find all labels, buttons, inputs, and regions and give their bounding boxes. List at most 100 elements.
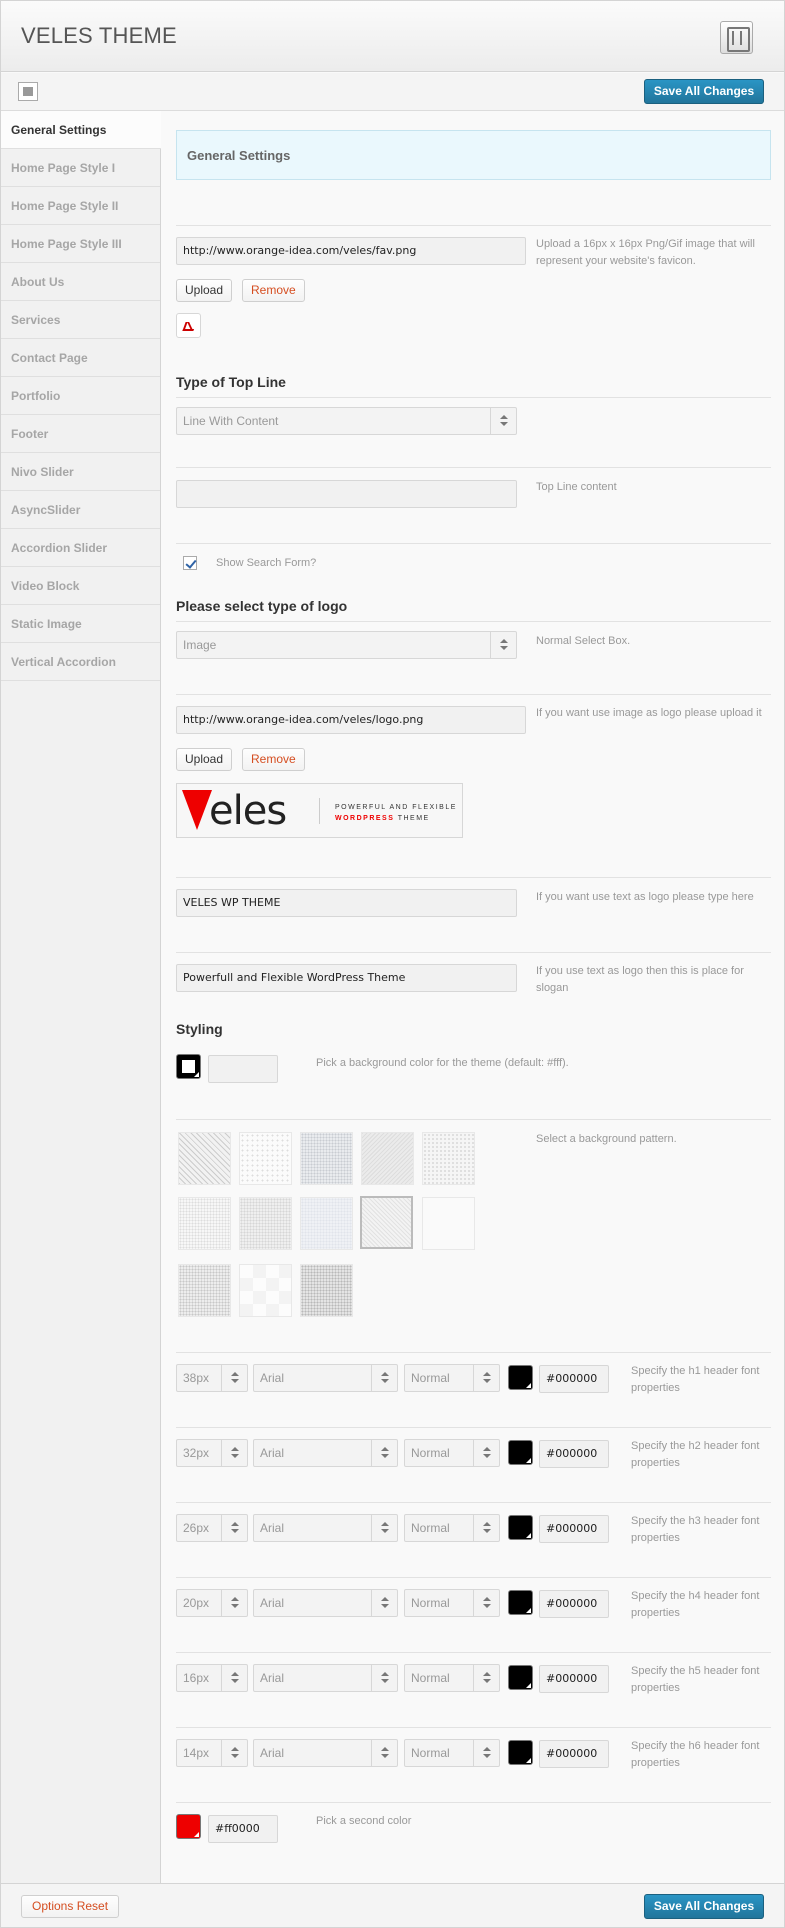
h5-family-select[interactable]: Arial <box>253 1664 398 1692</box>
h3-size-select[interactable]: 26px <box>176 1514 248 1542</box>
h6-color-input[interactable]: #000000 <box>539 1740 609 1768</box>
favicon-upload-button[interactable]: Upload <box>176 279 233 302</box>
select-arrows-icon <box>371 1515 397 1541</box>
h4-weight-value: Normal <box>411 1596 450 1610</box>
h1-color-input[interactable]: #000000 <box>539 1365 609 1393</box>
save-all-button-bottom[interactable]: Save All Changes <box>644 1894 764 1919</box>
pattern-option[interactable] <box>361 1132 414 1185</box>
logo-tagline-1: POWERFUL AND FLEXIBLE <box>335 804 457 811</box>
h1-color-swatch[interactable] <box>508 1365 533 1390</box>
bg-color-input[interactable] <box>208 1055 278 1083</box>
pattern-option[interactable] <box>300 1132 353 1185</box>
sidebar-item-portfolio[interactable]: Portfolio <box>1 377 160 415</box>
pattern-option[interactable] <box>239 1197 292 1250</box>
pattern-option[interactable] <box>422 1197 475 1250</box>
logo-text-input[interactable]: VELES WP THEME <box>176 889 517 917</box>
h1-size-select[interactable]: 38px <box>176 1364 248 1392</box>
h4-color-input[interactable]: #000000 <box>539 1590 609 1618</box>
expand-toggle-icon[interactable] <box>18 82 38 101</box>
h5-weight-select[interactable]: Normal <box>404 1664 500 1692</box>
h2-family-select[interactable]: Arial <box>253 1439 398 1467</box>
h4-font-desc: Specify the h4 header font properties <box>631 1590 760 1619</box>
top-line-heading: Type of Top Line <box>176 374 286 390</box>
select-arrows-icon <box>371 1740 397 1766</box>
sidebar-item-home-style-1[interactable]: Home Page Style I <box>1 149 160 187</box>
h2-color-input[interactable]: #000000 <box>539 1440 609 1468</box>
favicon-url-input[interactable]: http://www.orange-idea.com/veles/fav.png <box>176 237 526 265</box>
select-arrows-icon <box>221 1515 247 1541</box>
select-arrows-icon <box>473 1440 499 1466</box>
h6-size-select[interactable]: 14px <box>176 1739 248 1767</box>
h5-color-swatch[interactable] <box>508 1665 533 1690</box>
pattern-option[interactable] <box>178 1132 231 1185</box>
h6-color-swatch[interactable] <box>508 1740 533 1765</box>
sidebar-item-static-image[interactable]: Static Image <box>1 605 160 643</box>
show-search-checkbox[interactable] <box>183 556 197 570</box>
logo-upload-button[interactable]: Upload <box>176 748 233 771</box>
options-reset-button[interactable]: Options Reset <box>21 1895 120 1918</box>
divider <box>176 397 771 398</box>
h2-color-swatch[interactable] <box>508 1440 533 1465</box>
h3-color-swatch[interactable] <box>508 1515 533 1540</box>
h1-weight-select[interactable]: Normal <box>404 1364 500 1392</box>
sidebar-item-video-block[interactable]: Video Block <box>1 567 160 605</box>
favicon-remove-button[interactable]: Remove <box>242 279 305 302</box>
h2-font-desc: Specify the h2 header font properties <box>631 1440 760 1469</box>
h2-family-value: Arial <box>260 1446 285 1460</box>
h6-weight-select[interactable]: Normal <box>404 1739 500 1767</box>
logo-type-value: Image <box>183 638 217 652</box>
pattern-option[interactable] <box>300 1264 353 1317</box>
h6-family-select[interactable]: Arial <box>253 1739 398 1767</box>
sidebar-item-home-style-3[interactable]: Home Page Style III <box>1 225 160 263</box>
sidebar-item-about-us[interactable]: About Us <box>1 263 160 301</box>
h6-size-value: 14px <box>183 1746 210 1760</box>
logo-type-desc: Normal Select Box. <box>536 635 631 647</box>
sidebar-item-footer[interactable]: Footer <box>1 415 160 453</box>
h4-color-swatch[interactable] <box>508 1590 533 1615</box>
options-panel: VELES THEME Save All Changes General Set… <box>0 0 785 1928</box>
sidebar-item-nivo-slider[interactable]: Nivo Slider <box>1 453 160 491</box>
logo-image-url-input[interactable]: http://www.orange-idea.com/veles/logo.pn… <box>176 706 526 734</box>
second-color-swatch[interactable] <box>176 1814 201 1839</box>
pattern-option[interactable] <box>239 1264 292 1317</box>
h5-color-input[interactable]: #000000 <box>539 1665 609 1693</box>
h4-size-select[interactable]: 20px <box>176 1589 248 1617</box>
pattern-option[interactable] <box>300 1197 353 1250</box>
sidebar-item-accordion-slider[interactable]: Accordion Slider <box>1 529 160 567</box>
sidebar-item-vertical-accordion[interactable]: Vertical Accordion <box>1 643 160 681</box>
pattern-option[interactable] <box>422 1132 475 1185</box>
bg-color-swatch[interactable] <box>176 1054 201 1079</box>
sidebar-item-contact-page[interactable]: Contact Page <box>1 339 160 377</box>
slogan-input[interactable]: Powerfull and Flexible WordPress Theme <box>176 964 517 992</box>
logo-remove-button[interactable]: Remove <box>242 748 305 771</box>
logo-word: eles <box>209 788 287 834</box>
top-line-content-input[interactable] <box>176 480 517 508</box>
pattern-option[interactable] <box>178 1197 231 1250</box>
pattern-option[interactable] <box>239 1132 292 1185</box>
sidebar-item-async-slider[interactable]: AsyncSlider <box>1 491 160 529</box>
h2-weight-value: Normal <box>411 1446 450 1460</box>
pattern-option[interactable] <box>178 1264 231 1317</box>
h1-family-select[interactable]: Arial <box>253 1364 398 1392</box>
sidebar-item-home-style-2[interactable]: Home Page Style II <box>1 187 160 225</box>
second-color-input[interactable]: #ff0000 <box>208 1815 278 1843</box>
h3-weight-select[interactable]: Normal <box>404 1514 500 1542</box>
h4-weight-select[interactable]: Normal <box>404 1589 500 1617</box>
h3-family-select[interactable]: Arial <box>253 1514 398 1542</box>
h3-color-input[interactable]: #000000 <box>539 1515 609 1543</box>
h2-weight-select[interactable]: Normal <box>404 1439 500 1467</box>
favicon-preview-icon <box>176 313 201 338</box>
sidebar-item-services[interactable]: Services <box>1 301 160 339</box>
h5-family-value: Arial <box>260 1671 285 1685</box>
logo-type-select[interactable]: Image <box>176 631 517 659</box>
top-line-type-select[interactable]: Line With Content <box>176 407 517 435</box>
logo-text-desc: If you want use text as logo please type… <box>536 891 754 903</box>
show-search-label: Show Search Form? <box>216 557 317 569</box>
pattern-option-selected[interactable] <box>360 1196 413 1249</box>
h2-size-select[interactable]: 32px <box>176 1439 248 1467</box>
save-all-button-top[interactable]: Save All Changes <box>644 79 764 104</box>
h5-size-select[interactable]: 16px <box>176 1664 248 1692</box>
h4-family-select[interactable]: Arial <box>253 1589 398 1617</box>
select-arrows-icon <box>473 1365 499 1391</box>
sidebar-item-general-settings[interactable]: General Settings <box>1 111 161 149</box>
